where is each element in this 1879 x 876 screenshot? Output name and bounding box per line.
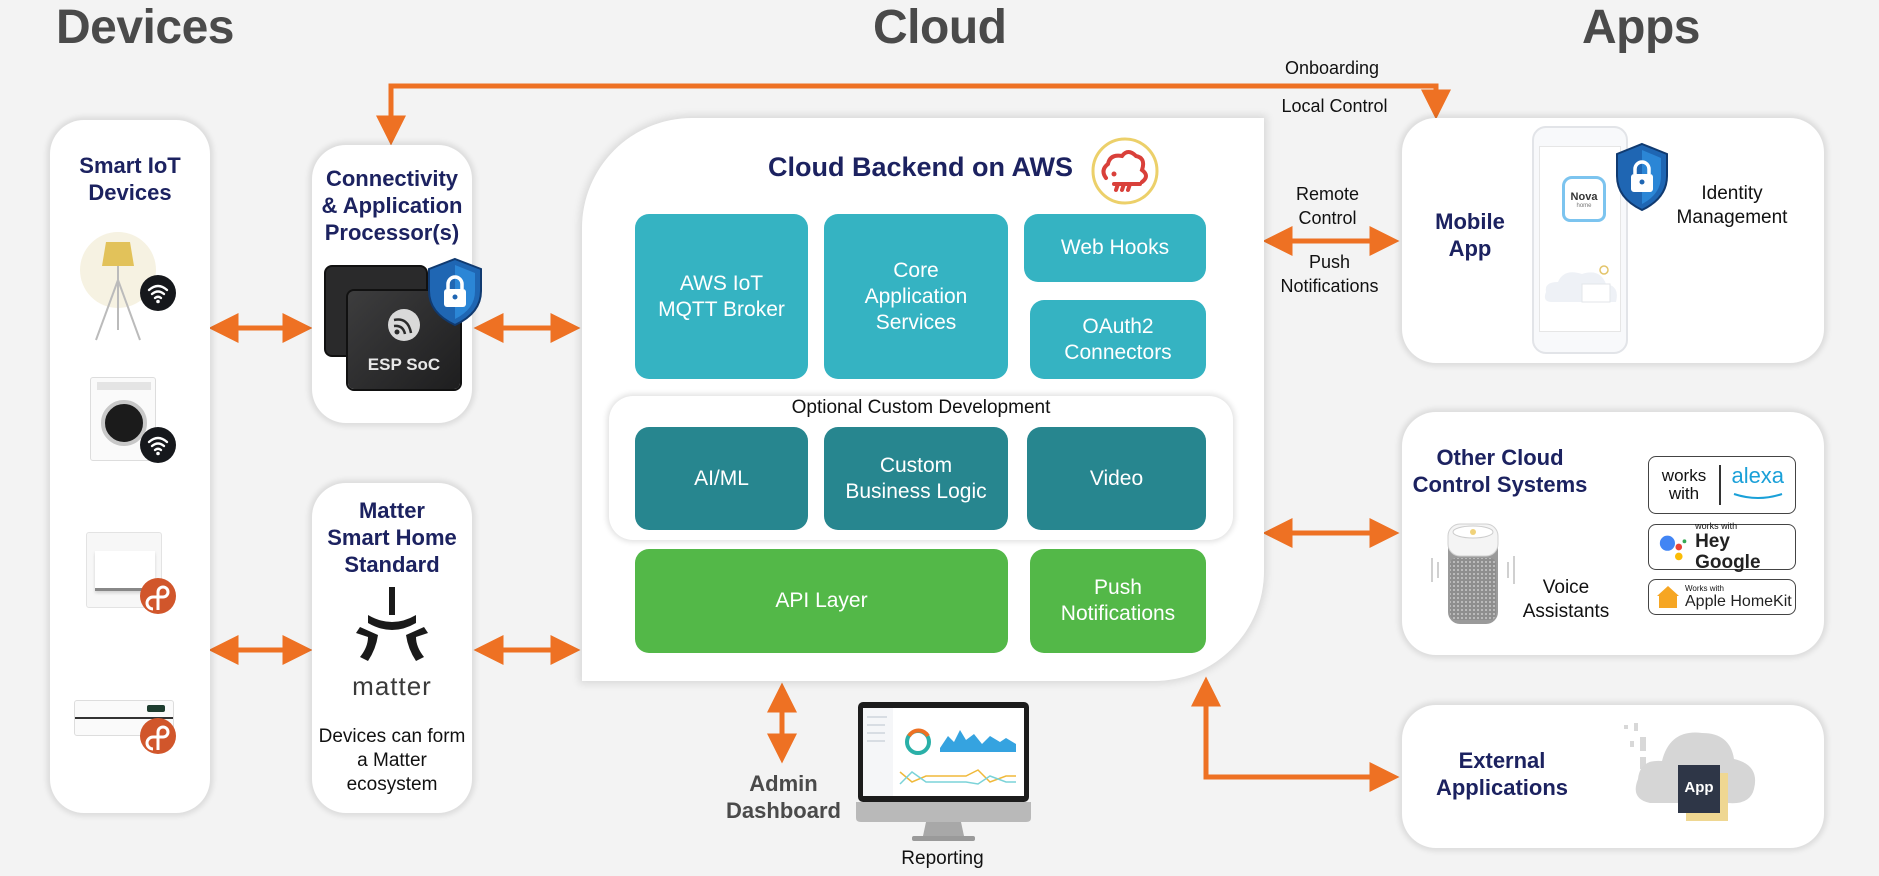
card-title: Connectivity & Application Processor(s) <box>321 166 463 245</box>
wifi-icon <box>140 275 176 311</box>
thread-icon <box>140 578 176 614</box>
external-applications-card: External Applications App <box>1402 705 1824 848</box>
admin-dashboard-label: Admin Dashboard <box>726 771 841 823</box>
works-with-apple-homekit-badge: Works with Apple HomeKit <box>1648 579 1796 615</box>
tile-aws-iot-mqtt-broker: AWS IoT MQTT Broker <box>635 214 808 379</box>
amazon-smile-icon <box>1733 493 1783 499</box>
onboarding-label: Onboarding <box>1284 58 1380 78</box>
local-control-label: Local Control <box>1281 96 1388 116</box>
tile-core-application-services: Core Application Services <box>824 214 1008 379</box>
badge-brand-text: Hey Google <box>1695 531 1761 573</box>
tile-push-notifications: Push Notifications <box>1030 549 1206 653</box>
card-title: Matter Smart Home Standard <box>327 498 457 577</box>
monitor-dashboard-icon <box>856 700 1031 845</box>
push-notifications-label: Push Notifications <box>1280 252 1379 296</box>
tile-api-layer: API Layer <box>635 549 1008 653</box>
matter-standard-card: Matter Smart Home Standard matter Device… <box>312 483 472 813</box>
espressif-logo-icon <box>388 309 420 341</box>
homekit-house-icon <box>1657 586 1679 608</box>
app-logo-text: Nova <box>1570 191 1598 203</box>
cloud-app-icon: App <box>1620 719 1770 829</box>
optional-section-title: Optional Custom Development <box>791 397 1051 418</box>
matter-wordmark: matter <box>352 671 432 701</box>
wifi-icon <box>140 427 176 463</box>
chip-label: ESP SoC <box>367 355 441 374</box>
tile-custom-business-logic: Custom Business Logic <box>824 427 1008 530</box>
card-title: Smart IoT Devices <box>79 153 181 205</box>
works-with-hey-google-badge: works with Hey Google <box>1648 521 1796 573</box>
google-assistant-icon <box>1659 535 1687 561</box>
security-shield-icon <box>426 257 484 327</box>
tile-oauth2-connectors: OAuth2 Connectors <box>1030 300 1206 379</box>
card-title: Other Cloud Control Systems <box>1412 445 1588 497</box>
nova-home-app-icon: Nova home <box>1562 176 1606 222</box>
badge-brand-text: Apple HomeKit <box>1685 592 1792 610</box>
cloud-brand-logo-icon <box>1090 136 1160 206</box>
app-tag-text: App <box>1684 779 1714 796</box>
cloud-backend-title: Cloud Backend on AWS <box>768 152 1074 182</box>
connectivity-processor-card: Connectivity & Application Processor(s) … <box>312 145 482 423</box>
app-logo-subtext: home <box>1576 203 1592 209</box>
remote-control-label: Remote Control <box>1295 184 1360 228</box>
badge-top-text: Works with <box>1685 583 1724 593</box>
smart-speaker-icon <box>1428 520 1518 630</box>
badge-top-text: works with <box>1695 521 1738 531</box>
other-cloud-control-card: Other Cloud Control Systems Voice Assist… <box>1402 412 1824 655</box>
reporting-label: Reporting <box>901 848 984 869</box>
esp-soc-chip: ESP SoC <box>326 267 460 389</box>
card-title: Mobile App <box>1435 209 1505 261</box>
tile-web-hooks: Web Hooks <box>1024 214 1206 282</box>
smart-iot-devices-card: Smart IoT Devices <box>50 120 210 813</box>
mobile-app-card: Mobile App Nova home Identity Management <box>1402 118 1824 363</box>
cloud-illustration-icon <box>1544 265 1617 303</box>
matter-description: Devices can form a Matter ecosystem <box>318 726 466 795</box>
badge-brand-text: alexa <box>1731 463 1785 488</box>
tile-video: Video <box>1027 427 1206 530</box>
tile-ai-ml: AI/ML <box>635 427 808 530</box>
thread-icon <box>140 718 176 754</box>
card-title: External Applications <box>1435 748 1568 800</box>
works-with-alexa-badge: works with alexa <box>1648 456 1796 514</box>
matter-logo-icon <box>350 587 434 667</box>
identity-management-label: Identity Management <box>1676 183 1788 228</box>
voice-assistants-label: Voice Assistants <box>1522 577 1610 622</box>
arrow-cloud-external <box>1191 676 1400 792</box>
badge-top-text: works with <box>1661 466 1707 503</box>
